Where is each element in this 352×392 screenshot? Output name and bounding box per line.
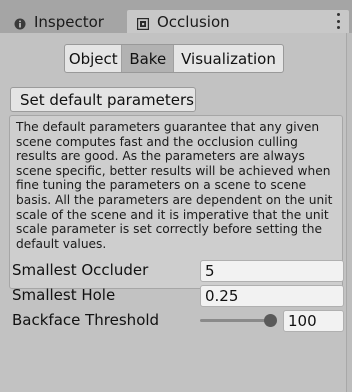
panel-right-edge [346,33,352,392]
segment-object[interactable]: Object [65,45,123,72]
smallest-occluder-label: Smallest Occluder [12,261,149,279]
segment-bake[interactable]: Bake [122,45,175,72]
backface-threshold-slider-thumb[interactable] [264,314,277,327]
backface-threshold-slider-track[interactable] [200,319,272,322]
tab-occlusion[interactable]: Occlusion [127,10,349,33]
smallest-occluder-row: Smallest Occluder 5 [0,259,346,283]
tab-inspector[interactable]: Inspector [0,10,125,33]
smallest-hole-label: Smallest Hole [12,286,116,304]
tab-inspector-label: Inspector [34,12,104,31]
tab-occlusion-label: Occlusion [157,12,230,31]
set-default-parameters-button[interactable]: Set default parameters [10,87,196,112]
more-options-icon[interactable] [336,13,340,29]
occlusion-panel: Object Bake Visualization Set default pa… [0,33,352,392]
occlusion-icon [136,16,150,30]
backface-threshold-label: Backface Threshold [12,311,160,329]
segment-visualization[interactable]: Visualization [174,45,283,72]
smallest-hole-row: Smallest Hole 0.25 [0,284,346,308]
smallest-hole-field[interactable]: 0.25 [200,285,344,307]
mode-toolbar: Object Bake Visualization [64,44,284,73]
smallest-occluder-field[interactable]: 5 [200,260,344,282]
backface-threshold-field[interactable]: 100 [283,310,344,332]
info-icon [14,16,26,29]
tab-bar: Inspector Occlusion [0,0,352,33]
backface-threshold-row: Backface Threshold 100 [0,309,346,333]
